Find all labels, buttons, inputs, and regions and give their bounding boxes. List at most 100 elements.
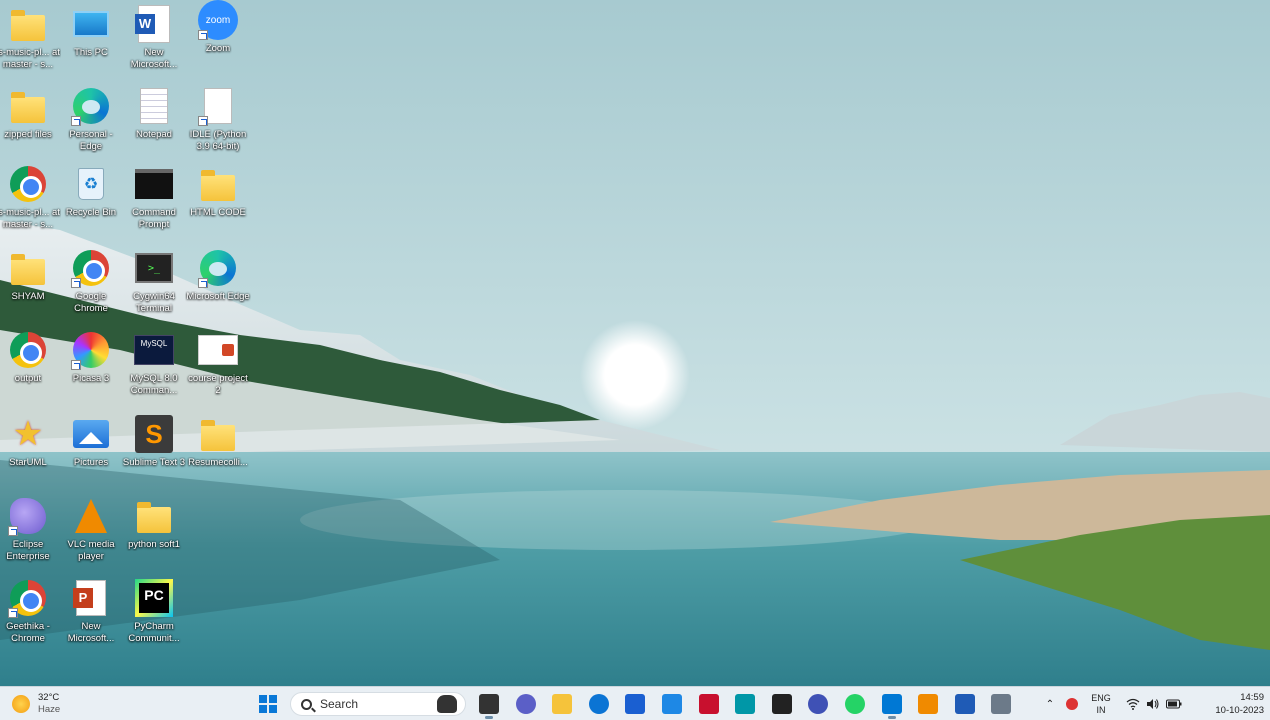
folder-icon — [198, 414, 238, 454]
desktop-icon-html-code[interactable]: HTML CODE — [186, 164, 250, 219]
taskbar-app-word[interactable] — [953, 692, 977, 716]
notepad-icon — [134, 86, 174, 126]
desktop-icon-label: New Microsoft... — [130, 47, 178, 70]
folder-icon — [198, 164, 238, 204]
taskbar-app-app-teal[interactable] — [733, 692, 757, 716]
language-code: ENG — [1091, 693, 1111, 703]
recycle-bin-icon: ♻ — [71, 164, 111, 204]
desktop-icon-python-idle[interactable]: IDLE (Python 3.9 64-bit) — [186, 86, 250, 153]
desktop-icon-label: zipped files — [4, 129, 52, 140]
desktop-icon-label: This PC — [74, 47, 108, 58]
desktop-icon-js-music-chrome[interactable]: js-music-pl... at master - s... — [0, 164, 60, 231]
desktop-icon-staruml[interactable]: ★ StarUML — [0, 414, 60, 469]
folder-icon — [8, 248, 48, 288]
whatsapp-icon — [845, 694, 865, 714]
desktop-icon-sublime-text[interactable]: S Sublime Text 3 — [122, 414, 186, 469]
desktop-icon-resumecolli[interactable]: Resumecolli... — [186, 414, 250, 469]
taskbar-app-app-blue-circle[interactable] — [806, 692, 830, 716]
command-prompt-icon — [134, 164, 174, 204]
desktop-icon-label: Command Prompt — [132, 207, 176, 230]
desktop-icon-label: Resumecolli... — [188, 457, 248, 468]
desktop-icon-label: New Microsoft... — [67, 621, 115, 644]
desktop-icon-google-chrome[interactable]: Google Chrome — [59, 248, 123, 315]
pycharm-icon: PC — [134, 578, 174, 618]
taskbar-app-file-explorer[interactable] — [550, 692, 574, 716]
desktop-icon-label: HTML CODE — [190, 207, 246, 218]
taskbar-app-whatsapp[interactable] — [843, 692, 867, 716]
desktop-icon-command-prompt[interactable]: Command Prompt — [122, 164, 186, 231]
desktop-icon-eclipse[interactable]: Eclipse Enterprise — [0, 496, 60, 563]
taskbar-app-snipping-tool[interactable] — [989, 692, 1013, 716]
app-blue-circle-icon — [808, 694, 828, 714]
taskbar-search-box[interactable]: Search — [290, 692, 466, 716]
desktop-icon-geethika-chrome[interactable]: Geethika - Chrome — [0, 578, 60, 645]
cygwin-icon: >_ — [134, 248, 174, 288]
taskbar-app-app-dark[interactable] — [770, 692, 794, 716]
vlc-icon — [71, 496, 111, 536]
desktop-icon-label: Recycle Bin — [65, 207, 117, 218]
desktop-icon-notepad[interactable]: Notepad — [122, 86, 186, 141]
edge-icon — [589, 694, 609, 714]
show-hidden-icons-chevron-icon[interactable]: ⌃ — [1040, 687, 1060, 720]
desktop-icon-pictures[interactable]: Pictures — [59, 414, 123, 469]
taskbar-app-edge[interactable] — [587, 692, 611, 716]
taskbar: 32°C Haze Search ⌃ ENG IN 14:59 10-10-20… — [0, 686, 1270, 720]
taskbar-app-vlc[interactable] — [916, 692, 940, 716]
taskbar-app-mcafee[interactable] — [697, 692, 721, 716]
search-label: Search — [320, 697, 359, 711]
weather-sun-icon — [12, 695, 30, 713]
weather-condition: Haze — [38, 704, 61, 715]
desktop-icon-picasa[interactable]: Picasa 3 — [59, 330, 123, 385]
taskbar-app-microsoft-store[interactable] — [623, 692, 647, 716]
desktop-icon-personal-edge[interactable]: Personal - Edge — [59, 86, 123, 153]
shortcut-arrow-icon — [198, 116, 208, 126]
shortcut-arrow-icon — [8, 608, 18, 618]
microsoft-store-icon — [625, 694, 645, 714]
taskbar-app-app-l[interactable] — [660, 692, 684, 716]
app-l-icon — [662, 694, 682, 714]
weather-temperature: 32°C — [38, 692, 60, 703]
desktop-icon-this-pc[interactable]: This PC — [59, 4, 123, 59]
volume-icon[interactable] — [1144, 687, 1162, 720]
desktop-icon-label: js-music-pl... at master - s... — [0, 47, 60, 70]
desktop-icon-label: PyCharm Communit... — [128, 621, 180, 644]
desktop-icon-zoom[interactable]: zoom Zoom — [186, 0, 250, 55]
desktop-icon-label: Notepad — [136, 129, 172, 140]
taskbar-app-vscode[interactable] — [880, 692, 904, 719]
input-language-indicator[interactable]: ENG IN — [1084, 687, 1118, 720]
windows-logo-icon — [259, 695, 277, 713]
taskbar-app-chat[interactable] — [514, 692, 538, 716]
battery-icon[interactable] — [1164, 687, 1184, 720]
desktop-icon-recycle-bin[interactable]: ♻ Recycle Bin — [59, 164, 123, 219]
start-button[interactable] — [256, 692, 280, 716]
desktop-icon-output[interactable]: output — [0, 330, 60, 385]
desktop-icon-label: output — [14, 373, 42, 384]
app-teal-icon — [735, 694, 755, 714]
shortcut-arrow-icon — [71, 360, 81, 370]
tray-app-icon[interactable] — [1062, 687, 1082, 720]
file-explorer-icon — [552, 694, 572, 714]
weather-widget[interactable]: 32°C Haze — [12, 692, 60, 716]
desktop-icon-microsoft-edge[interactable]: Microsoft Edge — [186, 248, 250, 303]
desktop-icon-new-word-doc[interactable]: New Microsoft... — [122, 4, 186, 71]
desktop-icon-pycharm[interactable]: PC PyCharm Communit... — [122, 578, 186, 645]
clock-date: 10-10-2023 — [1215, 705, 1264, 716]
edge-icon — [198, 248, 238, 288]
desktop-icon-label: course project 2 — [188, 373, 248, 396]
desktop-icon-python-soft1[interactable]: python soft1 — [122, 496, 186, 551]
wifi-icon[interactable] — [1124, 687, 1142, 720]
sublime-text-icon: S — [134, 414, 174, 454]
folder-icon — [8, 4, 48, 44]
desktop-icon-js-music-folder[interactable]: js-music-pl... at master - s... — [0, 4, 60, 71]
desktop-icon-vlc[interactable]: VLC media player — [59, 496, 123, 563]
desktop-icon-zipped-files[interactable]: zipped files — [0, 86, 60, 141]
taskbar-clock[interactable]: 14:59 10-10-2023 — [1190, 687, 1264, 720]
desktop-icon-shyam[interactable]: SHYAM — [0, 248, 60, 303]
taskbar-app-task-view[interactable] — [477, 692, 501, 719]
desktop-icon-new-powerpoint[interactable]: New Microsoft... — [59, 578, 123, 645]
desktop-icon-course-project-2[interactable]: course project 2 — [186, 330, 250, 397]
desktop-icon-mysql[interactable]: MySQL MySQL 8.0 Comman... — [122, 330, 186, 397]
eclipse-icon — [8, 496, 48, 536]
desktop-icon-label: SHYAM — [11, 291, 45, 302]
desktop-icon-cygwin[interactable]: >_ Cygwin64 Terminal — [122, 248, 186, 315]
